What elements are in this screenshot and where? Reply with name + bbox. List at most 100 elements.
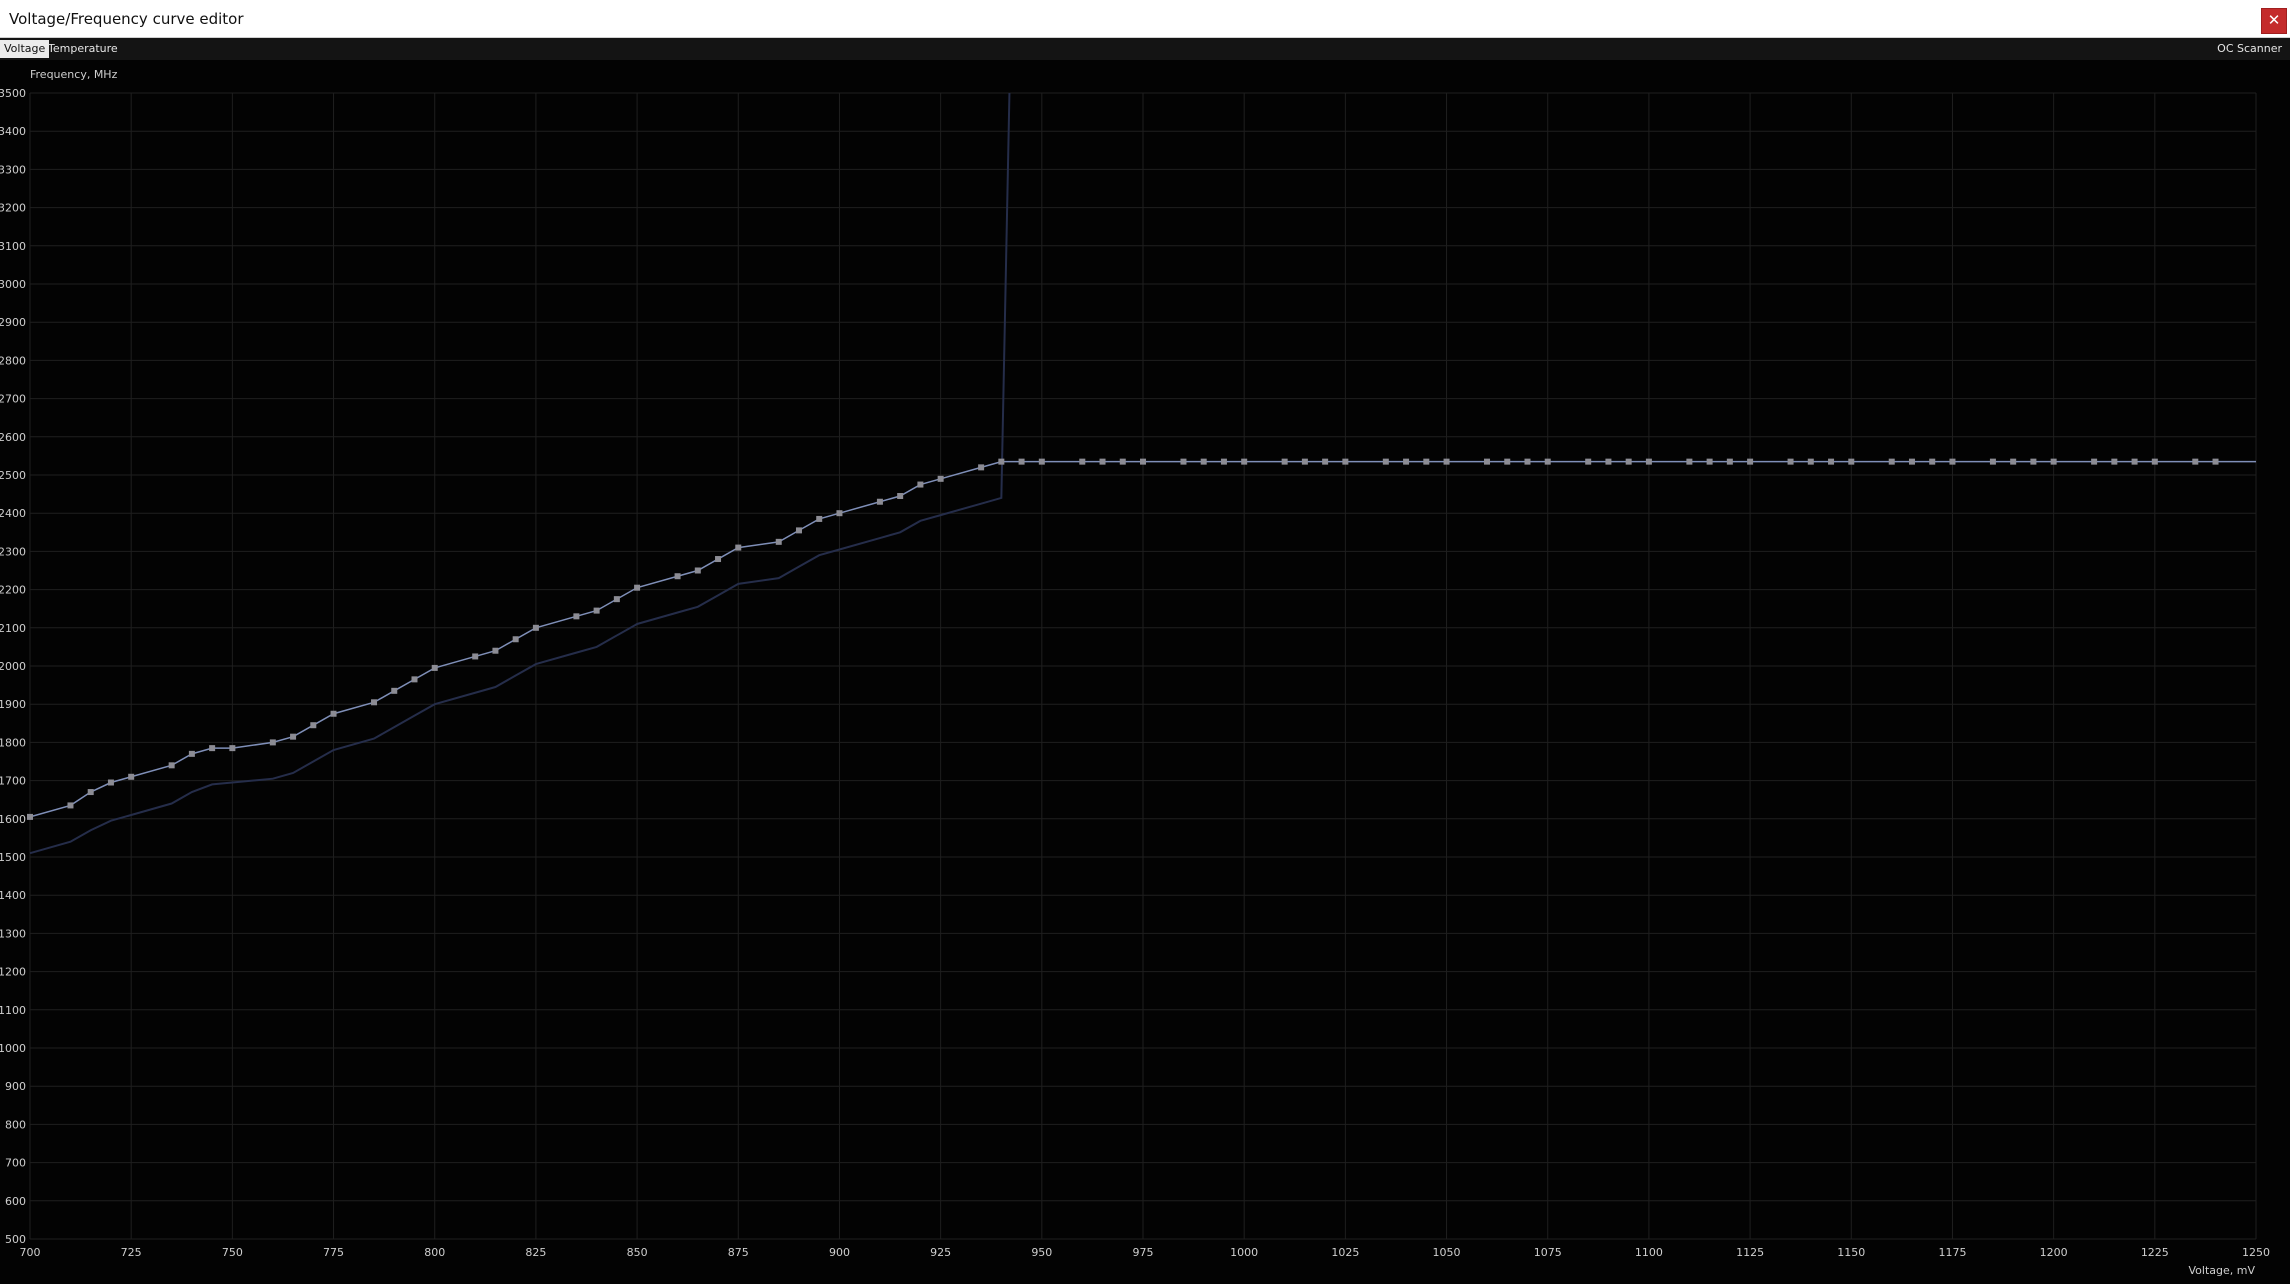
oc-scanner-button[interactable]: OC Scanner	[2213, 40, 2286, 58]
curve-point[interactable]	[1200, 458, 1207, 465]
curve-point[interactable]	[1888, 458, 1895, 465]
curve-point[interactable]	[1807, 458, 1814, 465]
tab-voltage[interactable]: Voltage	[0, 40, 50, 58]
curve-point[interactable]	[310, 722, 317, 729]
curve-point[interactable]	[1382, 458, 1389, 465]
curve-point[interactable]	[1706, 458, 1713, 465]
curve-point[interactable]	[209, 745, 216, 752]
curve-point[interactable]	[188, 750, 195, 757]
curve-point[interactable]	[1403, 458, 1410, 465]
curve-point[interactable]	[1484, 458, 1491, 465]
curve-point[interactable]	[775, 538, 782, 545]
curve-point[interactable]	[1848, 458, 1855, 465]
curve-point[interactable]	[1241, 458, 1248, 465]
curve-point[interactable]	[2131, 458, 2138, 465]
curve-point[interactable]	[371, 699, 378, 706]
close-button[interactable]: ✕	[2261, 8, 2287, 34]
curve-point[interactable]	[411, 676, 418, 683]
curve-point[interactable]	[937, 475, 944, 482]
curve-point[interactable]	[1645, 458, 1652, 465]
y-tick-label: 2700	[0, 393, 26, 406]
curve-point[interactable]	[1220, 458, 1227, 465]
curve-point[interactable]	[1605, 458, 1612, 465]
curve-point[interactable]	[1929, 458, 1936, 465]
curve-point[interactable]	[1908, 458, 1915, 465]
curve-point[interactable]	[1625, 458, 1632, 465]
curve-point[interactable]	[1322, 458, 1329, 465]
curve-point[interactable]	[1585, 458, 1592, 465]
curve-point[interactable]	[715, 556, 722, 563]
vf-chart-area[interactable]: 700 725 750 775 800 825 850 875 900 925 950 975 1000…	[0, 60, 2290, 1280]
curve-point[interactable]	[795, 527, 802, 534]
curve-point[interactable]	[1038, 458, 1045, 465]
curve-point[interactable]	[107, 779, 114, 786]
curve-point[interactable]	[2111, 458, 2118, 465]
curve-point[interactable]	[674, 573, 681, 580]
curve-point[interactable]	[2192, 458, 2199, 465]
x-tick-label: 775	[323, 1246, 344, 1259]
curve-point[interactable]	[431, 664, 438, 671]
curve-point[interactable]	[27, 813, 33, 820]
curve-point[interactable]	[1301, 458, 1308, 465]
curve-point[interactable]	[512, 636, 519, 643]
chart-series[interactable]	[27, 92, 2256, 855]
curve-point[interactable]	[593, 607, 600, 614]
curve-point[interactable]	[1119, 458, 1126, 465]
curve-point[interactable]	[2050, 458, 2057, 465]
curve-point[interactable]	[1544, 458, 1551, 465]
curve-point[interactable]	[1828, 458, 1835, 465]
curve-point[interactable]	[1989, 458, 1996, 465]
curve-point[interactable]	[573, 613, 580, 620]
y-tick-label: 1200	[0, 966, 26, 979]
x-tick-label: 1000	[1230, 1246, 1258, 1259]
curve-point[interactable]	[2030, 458, 2037, 465]
curve-point[interactable]	[492, 647, 499, 654]
curve-point[interactable]	[229, 745, 236, 752]
curve-point[interactable]	[2091, 458, 2098, 465]
curve-point[interactable]	[1079, 458, 1086, 465]
curve-point[interactable]	[897, 493, 904, 500]
curve-point[interactable]	[1281, 458, 1288, 465]
curve-point[interactable]	[978, 464, 985, 471]
tab-temperature[interactable]: Temperature	[44, 40, 122, 58]
curve-point[interactable]	[1747, 458, 1754, 465]
curve-point[interactable]	[1443, 458, 1450, 465]
curve-point[interactable]	[128, 773, 135, 780]
curve-point[interactable]	[836, 510, 843, 517]
curve-point[interactable]	[1686, 458, 1693, 465]
curve-point[interactable]	[1180, 458, 1187, 465]
y-tick-label: 3300	[0, 163, 26, 176]
curve-point[interactable]	[168, 762, 175, 769]
curve-point[interactable]	[269, 739, 276, 746]
curve-point[interactable]	[1018, 458, 1025, 465]
curve-point[interactable]	[2212, 458, 2219, 465]
curve-point[interactable]	[1787, 458, 1794, 465]
curve-point[interactable]	[735, 544, 742, 551]
curve-point[interactable]	[87, 789, 94, 796]
curve-point[interactable]	[1726, 458, 1733, 465]
curve-point[interactable]	[634, 584, 641, 591]
curve-point[interactable]	[532, 624, 539, 631]
curve-point[interactable]	[1099, 458, 1106, 465]
curve-point[interactable]	[2151, 458, 2158, 465]
curve-point[interactable]	[694, 567, 701, 574]
curve-point[interactable]	[1423, 458, 1430, 465]
curve-point[interactable]	[816, 515, 823, 522]
curve-point[interactable]	[67, 802, 74, 809]
curve-point[interactable]	[1949, 458, 1956, 465]
curve-point[interactable]	[1342, 458, 1349, 465]
vf-curve-chart[interactable]: 700 725 750 775 800 825 850 875 900 925 950 975 1000…	[0, 60, 2290, 1280]
x-tick-label: 1225	[2141, 1246, 2169, 1259]
curve-point[interactable]	[998, 458, 1005, 465]
curve-point[interactable]	[1524, 458, 1531, 465]
curve-point[interactable]	[613, 596, 620, 603]
curve-point[interactable]	[2010, 458, 2017, 465]
curve-point[interactable]	[472, 653, 479, 660]
curve-point[interactable]	[917, 481, 924, 488]
curve-point[interactable]	[391, 687, 398, 694]
curve-point[interactable]	[290, 733, 297, 740]
curve-point[interactable]	[1504, 458, 1511, 465]
curve-point[interactable]	[1140, 458, 1146, 465]
curve-point[interactable]	[876, 498, 883, 505]
curve-point[interactable]	[330, 710, 337, 717]
